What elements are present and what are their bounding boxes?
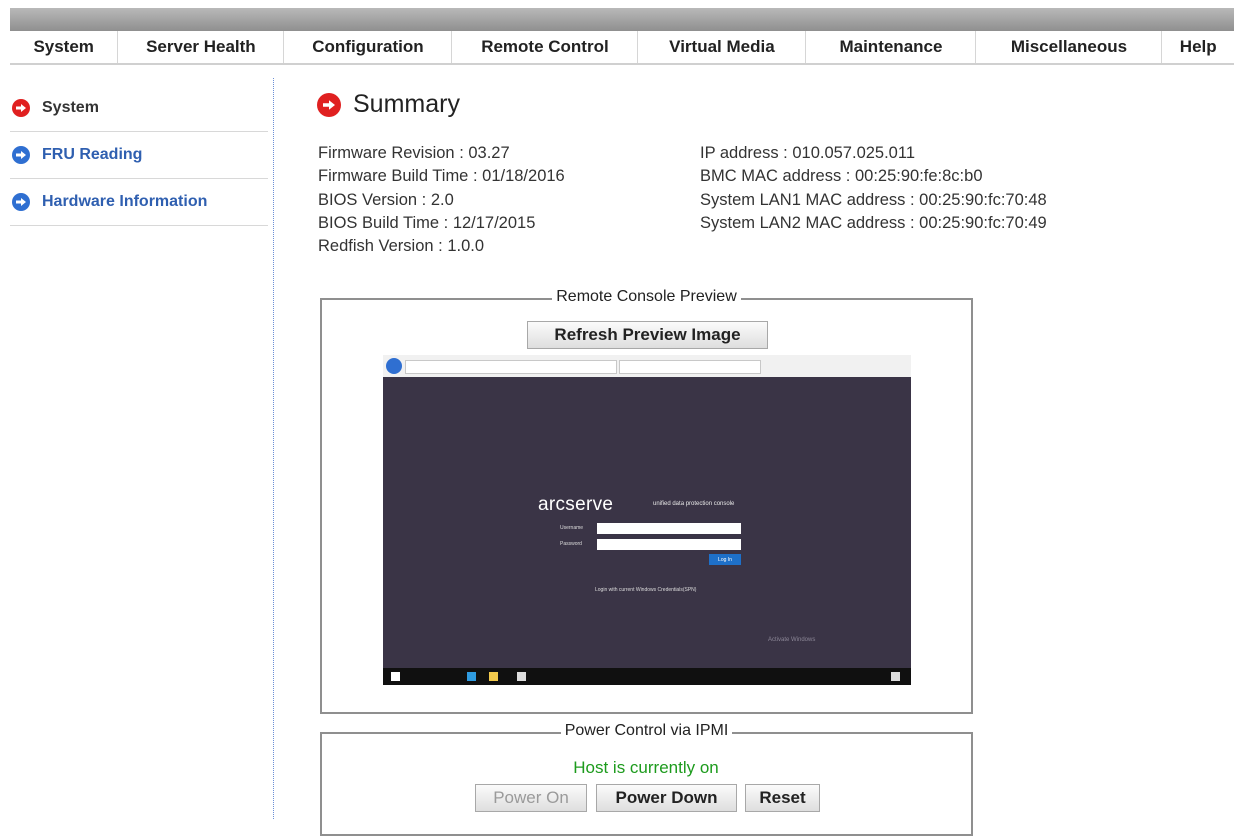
info-label: System LAN2 MAC address bbox=[700, 213, 906, 232]
bios-version-row: BIOS Version : 2.0 bbox=[318, 190, 454, 209]
windows-credentials-link: Login with current Windows Credentials(S… bbox=[595, 587, 697, 593]
ip-address-row: IP address : 010.057.025.011 bbox=[700, 144, 915, 162]
info-value: 12/17/2015 bbox=[452, 213, 536, 232]
host-status-text: Host is currently on bbox=[573, 758, 719, 777]
main-menu: System Server Health Configuration Remot… bbox=[10, 31, 1234, 65]
preview-url-bar bbox=[405, 360, 617, 374]
legend-text: Remote Console Preview bbox=[552, 288, 741, 305]
menu-configuration[interactable]: Configuration bbox=[284, 31, 453, 63]
info-label: BMC MAC address bbox=[700, 167, 842, 186]
username-field bbox=[597, 523, 741, 534]
arrow-right-circle-icon bbox=[317, 92, 341, 117]
info-value: 00:25:90:fe:8c:b0 bbox=[854, 167, 983, 186]
arrow-right-circle-icon bbox=[12, 99, 30, 117]
bios-build-time-row: BIOS Build Time : 12/17/2015 bbox=[318, 213, 536, 232]
menu-virtual-media[interactable]: Virtual Media bbox=[638, 31, 807, 63]
reset-button[interactable]: Reset bbox=[745, 784, 820, 812]
redfish-version-row: Redfish Version : 1.0.0 bbox=[318, 237, 485, 256]
page-title: Summary bbox=[317, 90, 460, 119]
info-value: 010.057.025.011 bbox=[792, 144, 915, 162]
firmware-info: Firmware Revision : 03.27 Firmware Build… bbox=[318, 142, 565, 258]
menu-maintenance[interactable]: Maintenance bbox=[806, 31, 977, 63]
sidebar-item-fru-reading[interactable]: FRU Reading bbox=[10, 132, 268, 179]
activate-windows-watermark: Activate Windows bbox=[768, 637, 816, 643]
firmware-build-time-row: Firmware Build Time : 01/18/2016 bbox=[318, 167, 565, 186]
arrow-right-circle-icon bbox=[12, 146, 30, 164]
password-field bbox=[597, 539, 741, 550]
refresh-preview-button[interactable]: Refresh Preview Image bbox=[527, 321, 768, 349]
lan2-mac-row: System LAN2 MAC address : 00:25:90:fc:70… bbox=[700, 213, 1047, 232]
info-label: IP address bbox=[700, 144, 779, 162]
info-label: Firmware Revision bbox=[318, 144, 455, 162]
info-value: 00:25:90:fc:70:48 bbox=[919, 190, 1047, 209]
firmware-revision-row: Firmware Revision : 03.27 bbox=[318, 144, 510, 162]
info-value: 03.27 bbox=[468, 144, 510, 162]
panel-legend: Remote Console Preview bbox=[322, 288, 971, 306]
info-label: BIOS Build Time bbox=[318, 213, 440, 232]
menu-system[interactable]: System bbox=[10, 31, 119, 63]
power-on-button[interactable]: Power On bbox=[475, 784, 587, 812]
sidebar-divider bbox=[273, 78, 274, 819]
top-banner bbox=[10, 8, 1234, 31]
page-title-text: Summary bbox=[353, 90, 460, 118]
browser-icon bbox=[467, 672, 476, 681]
info-label: Firmware Build Time bbox=[318, 167, 469, 186]
sidebar-item-label: Hardware Information bbox=[42, 193, 208, 210]
notification-icon bbox=[891, 672, 900, 681]
logo-subtitle: unified data protection console bbox=[653, 501, 735, 507]
back-icon bbox=[386, 358, 402, 374]
power-down-button[interactable]: Power Down bbox=[596, 784, 737, 812]
preview-taskbar bbox=[383, 668, 911, 685]
menu-remote-control[interactable]: Remote Control bbox=[452, 31, 639, 63]
sidebar-item-label: System bbox=[42, 99, 99, 116]
menu-miscellaneous[interactable]: Miscellaneous bbox=[976, 31, 1163, 63]
arrow-right-circle-icon bbox=[12, 193, 30, 211]
panel-legend: Power Control via IPMI bbox=[322, 722, 971, 740]
folder-icon bbox=[489, 672, 498, 681]
info-value: 01/18/2016 bbox=[482, 167, 565, 186]
network-info: IP address : 010.057.025.011 BMC MAC add… bbox=[700, 142, 1047, 235]
info-value: 2.0 bbox=[430, 190, 454, 209]
sidebar: System FRU Reading Hardware Information bbox=[10, 85, 268, 226]
preview-tab bbox=[619, 360, 761, 374]
legend-text: Power Control via IPMI bbox=[560, 722, 733, 739]
sidebar-item-hardware-information[interactable]: Hardware Information bbox=[10, 179, 268, 226]
menu-server-health[interactable]: Server Health bbox=[118, 31, 285, 63]
info-label: BIOS Version bbox=[318, 190, 418, 209]
info-value: 1.0.0 bbox=[447, 237, 485, 256]
login-button: Log In bbox=[709, 554, 741, 565]
info-label: Redfish Version bbox=[318, 237, 434, 256]
info-value: 00:25:90:fc:70:49 bbox=[919, 213, 1047, 232]
preview-browser-bar bbox=[383, 355, 911, 377]
sidebar-item-system[interactable]: System bbox=[10, 85, 268, 132]
sidebar-item-label: FRU Reading bbox=[42, 146, 143, 163]
bmc-mac-row: BMC MAC address : 00:25:90:fe:8c:b0 bbox=[700, 167, 983, 186]
arcserve-logo: arcserve bbox=[538, 494, 614, 515]
username-label: Username bbox=[560, 525, 584, 531]
windows-start-icon bbox=[391, 672, 400, 681]
console-preview-image[interactable]: arcserve unified data protection console… bbox=[383, 355, 911, 685]
lan1-mac-row: System LAN1 MAC address : 00:25:90:fc:70… bbox=[700, 190, 1047, 209]
menu-help[interactable]: Help bbox=[1162, 31, 1234, 63]
info-label: System LAN1 MAC address bbox=[700, 190, 906, 209]
app-icon bbox=[517, 672, 526, 681]
password-label: Password bbox=[560, 541, 582, 547]
